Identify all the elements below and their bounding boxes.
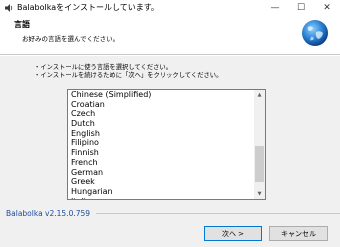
speaker-icon <box>5 4 13 12</box>
footer-divider <box>96 213 340 214</box>
scrollbar-thumb[interactable] <box>255 146 264 182</box>
list-item[interactable]: German <box>68 168 254 178</box>
list-item[interactable]: English <box>68 129 254 139</box>
version-label: Balabolka v2.15.0.759 <box>6 209 91 218</box>
cancel-button[interactable]: キャンセル <box>269 226 328 241</box>
listbox-scrollbar[interactable]: ▲ ▼ <box>254 90 265 199</box>
list-item[interactable]: Finnish <box>68 148 254 158</box>
list-item[interactable]: French <box>68 158 254 168</box>
chevron-up-icon: ▲ <box>257 92 262 98</box>
close-button[interactable]: ✕ <box>314 0 340 16</box>
list-item[interactable]: Filipino <box>68 138 254 148</box>
chevron-down-icon: ▼ <box>257 191 262 197</box>
scroll-down-button[interactable]: ▼ <box>254 189 265 199</box>
page-title: 言語 <box>14 20 30 29</box>
header-panel: 言語 お好みの言語を選んでください。 <box>0 16 340 54</box>
list-item[interactable]: Dutch <box>68 119 254 129</box>
minimize-button[interactable]: — <box>262 0 288 16</box>
close-icon: ✕ <box>323 3 331 13</box>
list-item[interactable]: Czech <box>68 109 254 119</box>
body-panel: ・インストールに使う言語を選択してください。 ・インストールを続けるために「次へ… <box>0 56 340 247</box>
minimize-icon: — <box>270 3 280 13</box>
list-item[interactable]: Hungarian <box>68 187 254 197</box>
instruction-line-2: ・インストールを続けるために「次へ」をクリックしてください。 <box>34 72 223 79</box>
window-title: Balabolkaをインストールしています。 <box>17 3 159 12</box>
language-list[interactable]: Chinese (Simplified) Croatian Czech Dutch En… <box>68 90 254 199</box>
language-listbox[interactable]: Chinese (Simplified) Croatian Czech Dutch En… <box>67 89 266 200</box>
title-bar[interactable]: Balabolkaをインストールしています。 — ☐ ✕ <box>0 0 340 16</box>
maximize-icon: ☐ <box>296 3 306 13</box>
page-subtitle: お好みの言語を選んでください。 <box>22 35 120 43</box>
scroll-up-button[interactable]: ▲ <box>254 90 265 100</box>
list-item[interactable]: Greek <box>68 177 254 187</box>
maximize-button[interactable]: ☐ <box>288 0 314 16</box>
globe-icon <box>302 20 328 46</box>
list-item[interactable]: Chinese (Simplified) <box>68 90 254 100</box>
next-button[interactable]: 次へ > <box>204 226 262 241</box>
list-item[interactable]: Italian <box>68 197 254 199</box>
list-item[interactable]: Croatian <box>68 100 254 110</box>
